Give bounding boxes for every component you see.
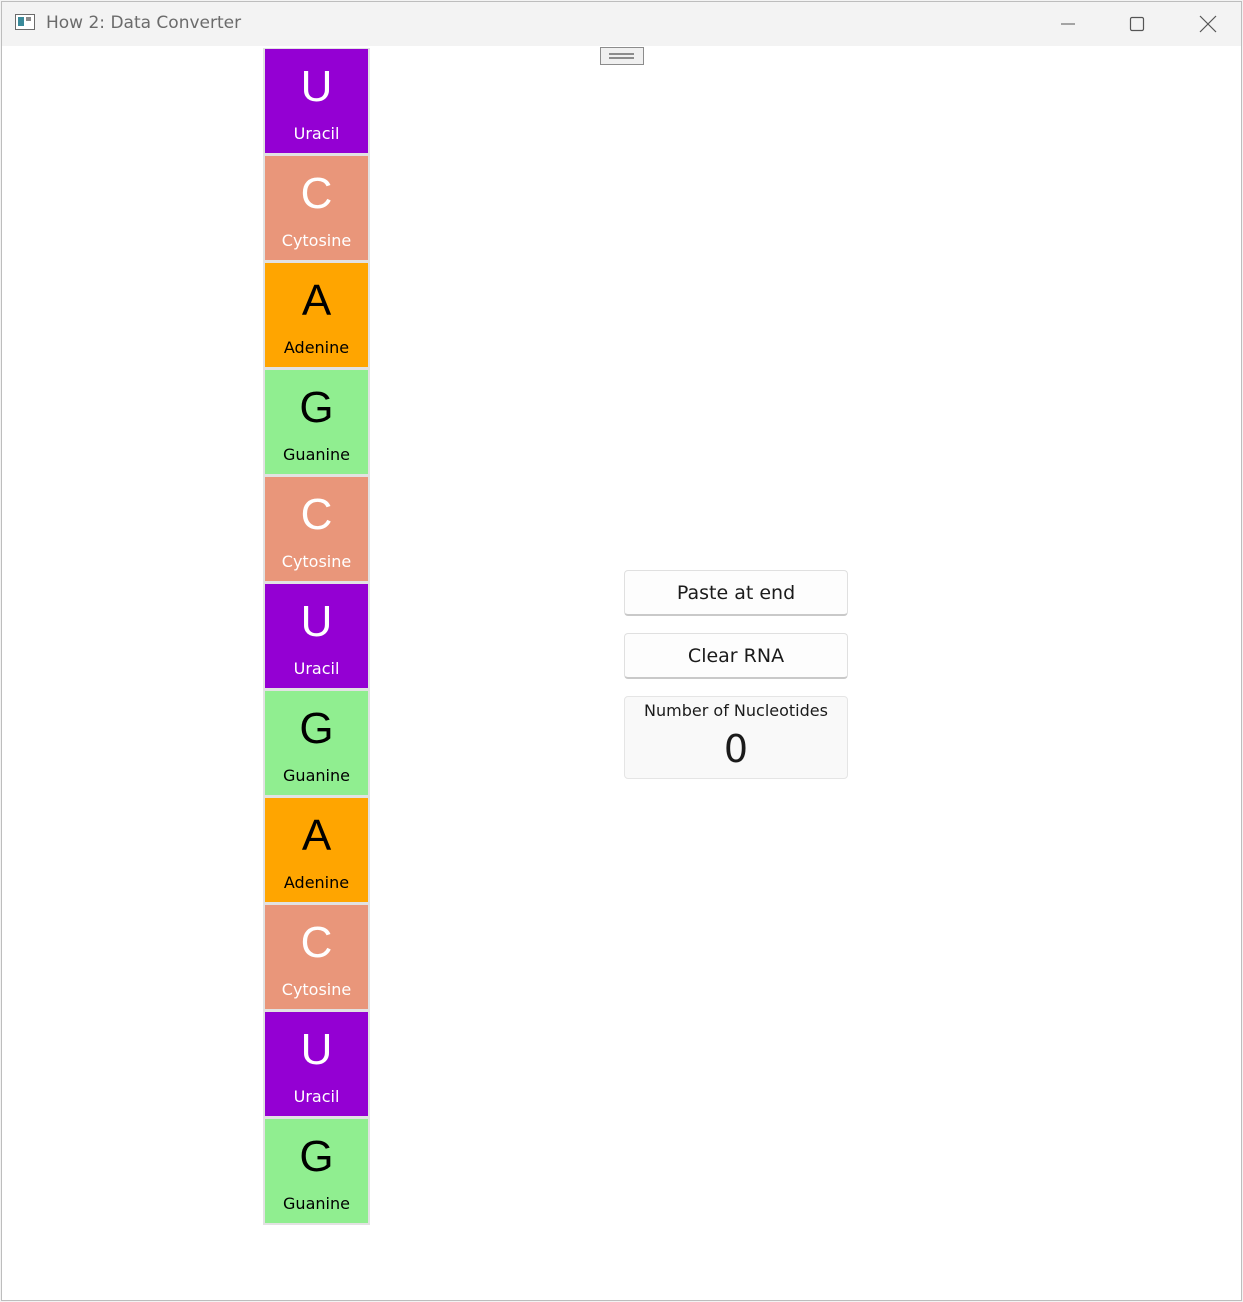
close-button[interactable] xyxy=(1173,2,1241,46)
app-window: How 2: Data Converter U Uracil C Cytosine A A… xyxy=(1,1,1242,1301)
nucleotide-tile[interactable]: C Cytosine xyxy=(265,905,368,1009)
counter-label: Number of Nucleotides xyxy=(644,701,828,720)
nucleotide-name: Guanine xyxy=(283,766,350,785)
nucleotide-tile[interactable]: G Guanine xyxy=(265,1119,368,1223)
nucleotide-letter: C xyxy=(300,169,333,218)
paste-at-end-button[interactable]: Paste at end xyxy=(624,570,848,616)
maximize-icon xyxy=(1129,16,1145,32)
nucleotide-letter: U xyxy=(300,597,333,646)
nucleotide-tile[interactable]: A Adenine xyxy=(265,798,368,902)
nucleotide-letter: U xyxy=(300,62,333,111)
nucleotide-tile[interactable]: C Cytosine xyxy=(265,477,368,581)
nucleotide-letter: C xyxy=(300,918,333,967)
app-icon xyxy=(15,14,35,30)
nucleotide-tile[interactable]: A Adenine xyxy=(265,263,368,367)
maximize-button[interactable] xyxy=(1102,2,1172,46)
nucleotide-name: Uracil xyxy=(293,1087,340,1106)
nucleotide-letter: A xyxy=(301,811,332,860)
drag-handle-icon[interactable] xyxy=(600,47,644,65)
counter-value: 0 xyxy=(723,727,749,771)
nucleotide-tile[interactable]: U Uracil xyxy=(265,1012,368,1116)
nucleotide-letter: G xyxy=(299,383,334,432)
nucleotide-name: Adenine xyxy=(283,338,350,357)
nucleotide-name: Adenine xyxy=(283,873,350,892)
nucleotide-name: Guanine xyxy=(283,445,350,464)
nucleotide-name: Cytosine xyxy=(281,552,352,571)
nucleotide-name: Cytosine xyxy=(281,231,352,250)
clear-rna-button[interactable]: Clear RNA xyxy=(624,633,848,679)
rna-strand: U Uracil C Cytosine A Adenine G Guanine C Cytosin… xyxy=(263,48,370,1225)
nucleotide-letter: G xyxy=(299,704,334,753)
nucleotide-name: Cytosine xyxy=(281,980,352,999)
nucleotide-tile[interactable]: C Cytosine xyxy=(265,156,368,260)
nucleotide-name: Uracil xyxy=(293,124,340,143)
title-bar[interactable]: How 2: Data Converter xyxy=(2,2,1241,46)
nucleotide-tile[interactable]: G Guanine xyxy=(265,370,368,474)
window-title: How 2: Data Converter xyxy=(46,13,242,33)
minimize-button[interactable] xyxy=(1033,2,1103,46)
nucleotide-tile[interactable]: U Uracil xyxy=(265,584,368,688)
nucleotide-letter: A xyxy=(301,276,332,325)
nucleotide-name: Uracil xyxy=(293,659,340,678)
nucleotide-tile[interactable]: G Guanine xyxy=(265,691,368,795)
nucleotide-letter: G xyxy=(299,1132,334,1181)
nucleotide-tile[interactable]: U Uracil xyxy=(265,49,368,153)
nucleotide-letter: C xyxy=(300,490,333,539)
nucleotide-counter: Number of Nucleotides 0 xyxy=(624,696,848,779)
close-icon xyxy=(1199,15,1217,33)
minimize-icon xyxy=(1060,16,1076,32)
nucleotide-name: Guanine xyxy=(283,1194,350,1213)
nucleotide-letter: U xyxy=(300,1025,333,1074)
